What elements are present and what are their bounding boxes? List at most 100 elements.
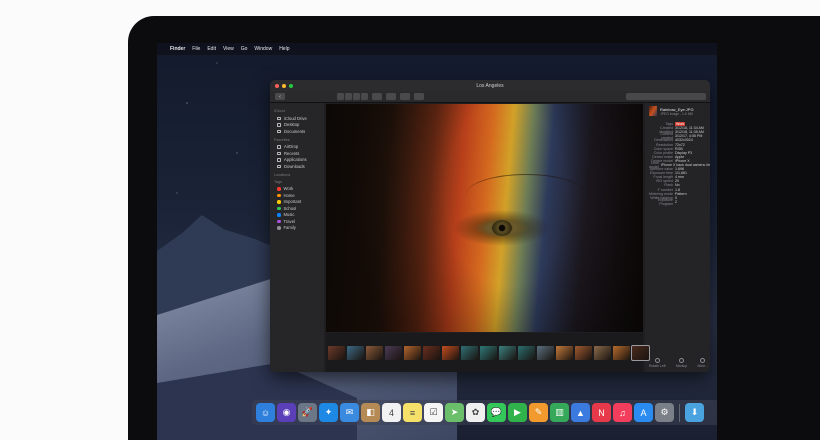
filmstrip-thumbnail[interactable] [461, 345, 478, 360]
filmstrip-thumbnail[interactable] [404, 345, 421, 360]
tag-color-dot [277, 213, 281, 217]
desktop-icon [277, 123, 281, 127]
menu-window[interactable]: Window [254, 46, 272, 52]
eye-detail [492, 220, 512, 236]
metadata-row: Exposure Program 2 [649, 198, 706, 206]
contacts-icon[interactable]: ◧ [361, 403, 380, 422]
messages-icon[interactable]: 💬 [487, 403, 506, 422]
launchpad-icon[interactable]: 🚀 [298, 403, 317, 422]
menu-go[interactable]: Go [241, 46, 248, 52]
rotate-left-icon [654, 358, 660, 363]
list-view-button[interactable] [345, 93, 352, 100]
filmstrip-thumbnail[interactable] [442, 345, 459, 360]
column-view-button[interactable] [353, 93, 360, 100]
filmstrip-thumbnail[interactable] [347, 345, 364, 360]
dock: ☺ ◉ 🚀 ✦ ✉ ◧ 4 ≡ ☑ ➤ ✿ 💬 ▶ ✎ ▥ ▲ N ♫ A ⚙ ⬇ [252, 400, 717, 425]
mail-icon[interactable]: ✉ [340, 403, 359, 422]
tag-color-dot [277, 193, 281, 197]
safari-icon[interactable]: ✦ [319, 403, 338, 422]
filmstrip-thumbnail[interactable] [499, 345, 516, 360]
metadata-value: 2 [675, 199, 677, 204]
window-title: Los Angeles [476, 82, 504, 89]
group-button[interactable] [372, 93, 382, 100]
more-icon [700, 358, 706, 363]
inspector-panel: Rainbow_Eye.JPG JPEG image - 1.6 MB Tags… [645, 103, 710, 372]
filmstrip-thumbnail[interactable] [480, 345, 497, 360]
stage: Finder File Edit View Go Window Help Los… [0, 0, 820, 440]
filmstrip [326, 333, 650, 372]
sidebar-heading-locations: Locations [274, 172, 291, 177]
filmstrip-thumbnail[interactable] [385, 345, 402, 360]
downloads-folder-icon[interactable]: ⬇ [685, 403, 704, 422]
file-kind: JPEG image - 1.6 MB [660, 111, 693, 116]
more-button[interactable]: More... [697, 358, 708, 368]
action-button[interactable] [386, 93, 396, 100]
reminders-icon[interactable]: ☑ [424, 403, 443, 422]
sidebar-heading-icloud: iCloud [274, 109, 285, 113]
dock-separator [679, 403, 680, 422]
toolbar: ‹ [270, 91, 710, 103]
sidebar-heading-favorites: Favorites [274, 137, 290, 142]
markup-button[interactable]: Markup [676, 358, 687, 368]
pages-icon[interactable]: ✎ [529, 403, 548, 422]
share-button[interactable] [400, 93, 410, 100]
file-name: Rainbow_Eye.JPG [660, 106, 694, 112]
menu-view[interactable]: View [223, 46, 234, 52]
numbers-icon[interactable]: ▥ [550, 403, 569, 422]
facetime-icon[interactable]: ▶ [508, 403, 527, 422]
finder-icon[interactable]: ☺ [256, 403, 275, 422]
app-store-icon[interactable]: A [634, 403, 653, 422]
photos-icon[interactable]: ✿ [466, 403, 485, 422]
document-icon [277, 129, 281, 133]
tag-color-dot [277, 206, 281, 210]
sidebar-heading-tags: Tags [274, 179, 283, 184]
menu-app-name[interactable]: Finder [170, 46, 185, 52]
menu-help[interactable]: Help [279, 46, 289, 52]
icon-view-button[interactable] [337, 93, 344, 100]
menu-file[interactable]: File [192, 46, 200, 52]
keynote-icon[interactable]: ▲ [571, 403, 590, 422]
tag-color-dot [277, 226, 281, 230]
tag-color-dot [277, 219, 281, 223]
tag-button[interactable] [414, 93, 424, 100]
filmstrip-thumbnail[interactable] [613, 345, 630, 360]
rotate-left-button[interactable]: Rotate Left [649, 358, 666, 368]
quick-actions: Rotate Left Markup More... [649, 358, 708, 368]
menu-edit[interactable]: Edit [207, 46, 216, 52]
siri-icon[interactable]: ◉ [277, 403, 296, 422]
tag-list: Work Home Important School Music Travel Family [274, 186, 320, 232]
airdrop-icon [277, 145, 281, 149]
sidebar-item-downloads[interactable]: Downloads [274, 163, 320, 170]
maps-icon[interactable]: ➤ [445, 403, 464, 422]
desktop: Finder File Edit View Go Window Help Los… [157, 43, 717, 440]
filmstrip-thumbnail[interactable] [518, 345, 535, 360]
news-icon[interactable]: N [592, 403, 611, 422]
filmstrip-thumbnail[interactable] [575, 345, 592, 360]
filmstrip-thumbnail[interactable] [594, 345, 611, 360]
search-input[interactable] [626, 93, 706, 100]
metadata-list: Tags Work Created 3/12/18, 11:34 AM Modified… [649, 122, 710, 206]
notes-icon[interactable]: ≡ [403, 403, 422, 422]
tag-color-dot [277, 200, 281, 204]
system-preferences-icon[interactable]: ⚙ [655, 403, 674, 422]
image-preview[interactable] [326, 104, 643, 332]
tag-color-dot [277, 187, 281, 191]
title-bar[interactable]: Los Angeles [270, 80, 710, 91]
filmstrip-thumbnail[interactable] [556, 345, 573, 360]
sidebar-tag-family[interactable]: Family [274, 225, 320, 232]
calendar-icon[interactable]: 4 [382, 403, 401, 422]
sidebar-item-documents[interactable]: Documents [274, 128, 320, 135]
filmstrip-thumbnail[interactable] [366, 345, 383, 360]
music-icon[interactable]: ♫ [613, 403, 632, 422]
back-button[interactable]: ‹ [275, 93, 285, 100]
filmstrip-thumbnail[interactable] [423, 345, 440, 360]
sidebar: iCloud iCloud Drive Desktop Documents Fa… [270, 103, 324, 372]
file-thumbnail [649, 106, 657, 116]
markup-icon [679, 358, 685, 363]
filmstrip-thumbnail[interactable] [631, 344, 650, 361]
filmstrip-thumbnail[interactable] [328, 345, 345, 360]
cloud-icon [277, 116, 281, 120]
menu-bar: Finder File Edit View Go Window Help [157, 43, 717, 55]
filmstrip-thumbnail[interactable] [537, 345, 554, 360]
gallery-view-button[interactable] [361, 93, 368, 100]
